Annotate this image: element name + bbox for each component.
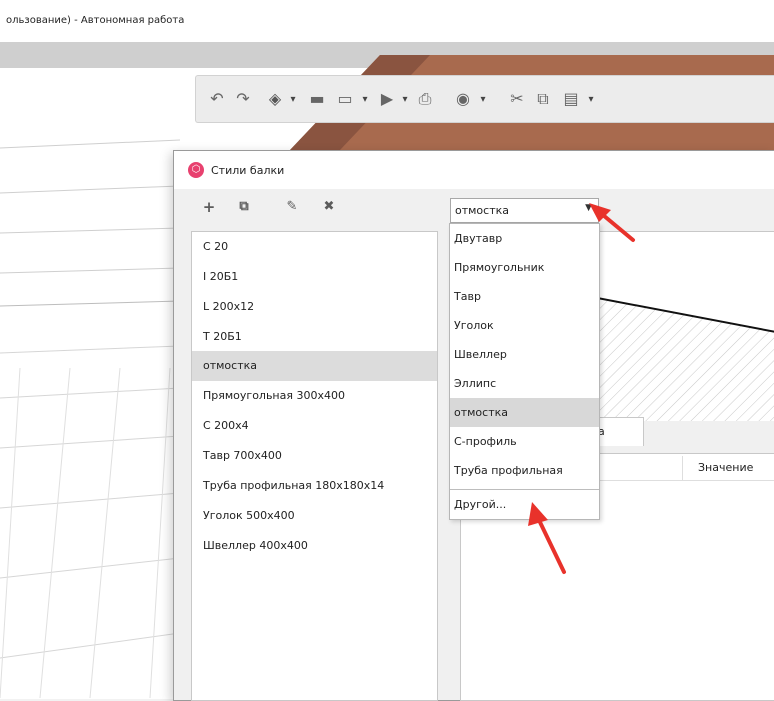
list-item[interactable]: Труба профильная 180x180x14 [192, 471, 437, 501]
app-logo-icon: ⬡ [188, 162, 204, 178]
dropdown-item[interactable]: С-профиль [450, 427, 599, 456]
list-item[interactable]: Прямоугольная 300x400 [192, 381, 437, 411]
list-item[interactable]: L 200x12 [192, 292, 437, 322]
combo-value: отмостка [455, 204, 510, 217]
list-item[interactable]: Т 20Б1 [192, 322, 437, 352]
annotation-arrow-icon [528, 502, 566, 574]
list-item[interactable]: С 20 [192, 232, 437, 262]
table-header: Значение [574, 456, 774, 481]
window-title-bar: ользование) - Автономная работа [0, 0, 774, 43]
dropdown-item[interactable]: Прямоугольник [450, 253, 599, 282]
add-style-button[interactable]: + [199, 197, 219, 217]
dialog-title-bar: ⬡ Стили балки [174, 151, 774, 189]
list-item[interactable]: Швеллер 400x400 [192, 531, 437, 561]
chevron-down-icon[interactable]: ▾ [478, 90, 488, 110]
style-list[interactable]: С 20 I 20Б1 L 200x12 Т 20Б1 отмостка Пря… [191, 231, 438, 701]
export-icon[interactable]: ▶ [376, 88, 398, 110]
list-item[interactable]: Тавр 700x400 [192, 441, 437, 471]
chevron-down-icon[interactable]: ▾ [360, 90, 370, 110]
profile-type-dropdown[interactable]: Двутавр Прямоугольник Тавр Уголок Швелле… [449, 223, 600, 520]
list-item[interactable]: I 20Б1 [192, 262, 437, 292]
value-column-header: Значение [698, 461, 754, 474]
dropdown-item[interactable]: Швеллер [450, 340, 599, 369]
dropdown-item[interactable]: Эллипс [450, 369, 599, 398]
save-icon[interactable]: ▭ [334, 88, 356, 110]
copy-style-button[interactable]: ⧉ [234, 197, 254, 217]
window-title: ользование) - Автономная работа [6, 15, 185, 26]
chevron-down-icon[interactable]: ▾ [400, 90, 410, 110]
copy-icon[interactable]: ⧉ [532, 88, 554, 110]
undo-icon[interactable]: ↶ [206, 88, 228, 110]
dialog-title: Стили балки [211, 164, 285, 177]
quick-toolbar: ↶ ↷ ◈ ▾ ▬ ▭ ▾ ▶ ▾ ⎙ ◉ ▾ ✂ ⧉ ▤ ▾ [195, 75, 774, 123]
print-icon[interactable]: ⎙ [414, 88, 436, 110]
column-divider [682, 456, 683, 480]
chevron-down-icon[interactable]: ▾ [586, 90, 596, 110]
edit-style-button[interactable]: ✎ [282, 197, 302, 217]
dropdown-item-selected[interactable]: отмостка [450, 398, 599, 427]
cut-icon[interactable]: ✂ [506, 88, 528, 110]
render-icon[interactable]: ◉ [452, 88, 474, 110]
annotation-arrow-icon [589, 203, 635, 242]
3d-view-icon[interactable]: ◈ [264, 88, 286, 110]
dropdown-item[interactable]: Труба профильная [450, 456, 599, 485]
open-folder-icon[interactable]: ▬ [306, 88, 328, 110]
list-item-selected[interactable]: отмостка [192, 351, 437, 381]
dropdown-item[interactable]: Двутавр [450, 224, 599, 253]
paste-icon[interactable]: ▤ [560, 88, 582, 110]
dropdown-item[interactable]: Уголок [450, 311, 599, 340]
dropdown-item[interactable]: Тавр [450, 282, 599, 311]
profile-type-combo[interactable]: отмостка ▼ [450, 198, 599, 223]
delete-style-button[interactable]: ✖ [319, 197, 339, 217]
redo-icon[interactable]: ↷ [232, 88, 254, 110]
chevron-down-icon[interactable]: ▾ [288, 90, 298, 110]
list-item[interactable]: Уголок 500x400 [192, 501, 437, 531]
list-item[interactable]: С 200x4 [192, 411, 437, 441]
